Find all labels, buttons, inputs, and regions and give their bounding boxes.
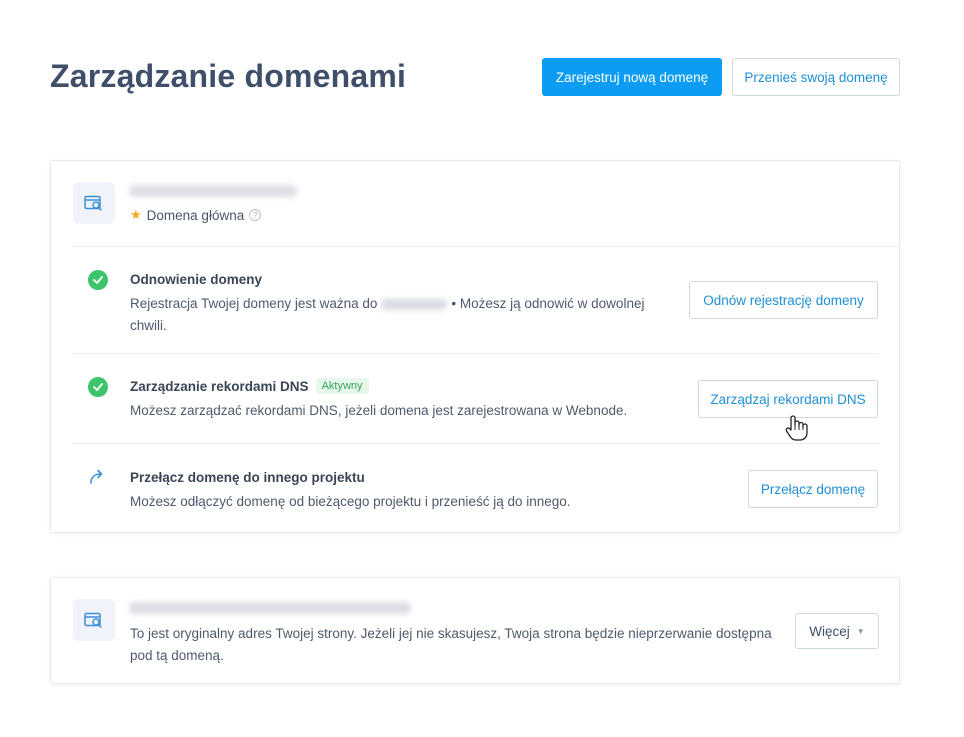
renewal-desc-part1: Rejestracja Twojej domeny jest ważna do — [130, 296, 378, 311]
hand-cursor-icon — [784, 414, 810, 447]
domain-search-icon — [84, 195, 102, 211]
domain-icon-box — [73, 182, 115, 224]
status-badge: Aktywny — [315, 378, 369, 394]
dns-title-text: Zarządzanie rekordami DNS — [130, 378, 309, 394]
main-domain-label: ★ Domena główna ? — [130, 207, 262, 223]
domain-name-redacted — [129, 602, 411, 614]
secondary-domain-card: To jest oryginalny adres Twojej strony. … — [50, 577, 900, 684]
renewal-description: Rejestracja Twojej domeny jest ważna do •… — [130, 293, 670, 337]
divider — [72, 443, 878, 444]
main-domain-text: Domena główna — [146, 207, 245, 223]
page-title: Zarządzanie domenami — [50, 58, 407, 94]
renewal-desc-line2: chwili. — [130, 318, 167, 333]
renew-registration-button[interactable]: Odnów rejestrację domeny — [689, 281, 878, 319]
dns-title: Zarządzanie rekordami DNS Aktywny — [130, 378, 369, 394]
switch-project-description: Możesz odłączyć domenę od bieżącego proj… — [130, 494, 571, 509]
renewal-desc-part2: • Możesz ją odnowić w dowolnej — [451, 296, 645, 311]
switch-domain-button[interactable]: Przełącz domenę — [748, 470, 878, 508]
help-icon[interactable]: ? — [249, 209, 262, 221]
star-icon: ★ — [130, 207, 142, 222]
dns-description: Możesz zarządzać rekordami DNS, jeżeli d… — [130, 403, 628, 418]
more-button-label: Więcej — [809, 623, 850, 639]
check-circle-icon — [88, 270, 108, 290]
expiry-date-redacted — [381, 298, 448, 310]
redirect-arrow-icon — [88, 468, 106, 491]
original-address-line1: To jest oryginalny adres Twojej strony. … — [130, 626, 772, 641]
original-address-line2: pod tą domeną. — [130, 648, 224, 663]
divider — [72, 246, 900, 247]
domain-name-redacted — [129, 185, 297, 197]
manage-dns-button[interactable]: Zarządzaj rekordami DNS — [698, 380, 878, 418]
transfer-domain-button[interactable]: Przenieś swoją domenę — [732, 58, 900, 96]
original-address-description: To jest oryginalny adres Twojej strony. … — [130, 623, 790, 667]
check-circle-icon — [88, 377, 108, 397]
renewal-title: Odnowienie domeny — [130, 272, 263, 287]
switch-project-title: Przełącz domenę do innego projektu — [130, 470, 365, 485]
domain-icon-box — [73, 599, 115, 641]
primary-domain-card: ★ Domena główna ? Odnowienie domeny Reje… — [50, 160, 900, 533]
domain-search-icon — [84, 612, 102, 628]
more-dropdown-button[interactable]: Więcej ▼ — [795, 613, 879, 649]
divider — [72, 353, 878, 354]
register-domain-button[interactable]: Zarejestruj nową domenę — [542, 58, 722, 96]
caret-down-icon: ▼ — [856, 626, 865, 636]
